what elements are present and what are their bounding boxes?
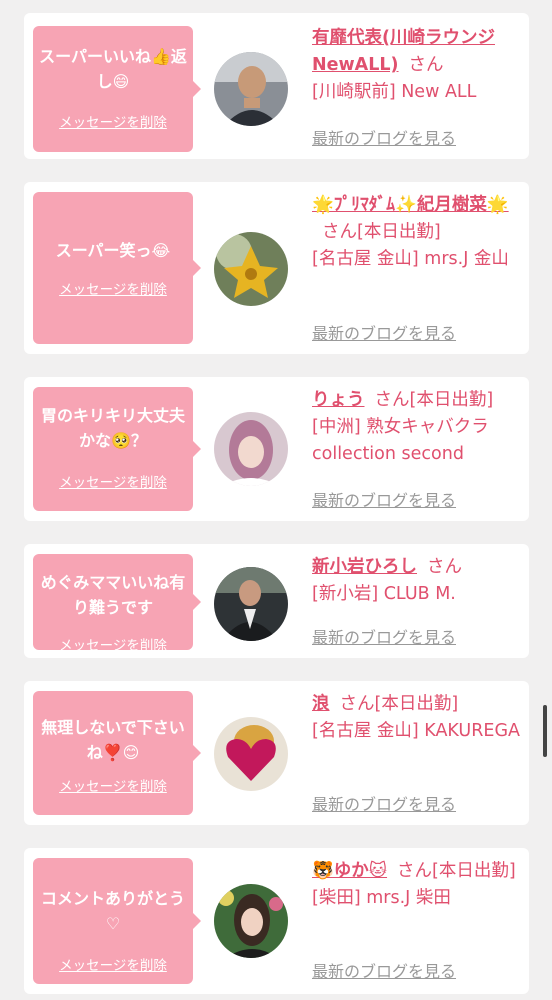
message-bubble: コメントありがとう♡ メッセージを削除 xyxy=(33,858,201,984)
message-card: コメントありがとう♡ メッセージを削除 🐯ゆか🐱 さん[本日出勤] [柴田] mr… xyxy=(24,848,529,994)
vertical-scrollbar[interactable] xyxy=(543,705,547,757)
sender-info: 有靡代表(川崎ラウンジNewALL) さん [川崎駅前] New ALL xyxy=(312,25,522,106)
message-text: 無理しないで下さいね❣️😊 xyxy=(41,718,185,762)
sender-suffix: さん[本日出勤] xyxy=(322,222,441,242)
latest-blog-link[interactable]: 最新のブログを見る xyxy=(312,320,456,344)
sender-suffix: さん xyxy=(427,557,462,577)
delete-message-link[interactable]: メッセージを削除 xyxy=(33,111,193,131)
message-text: スーパーいいね👍返し😄 xyxy=(39,47,187,91)
sender-name-link[interactable]: 🐯ゆか🐱 xyxy=(312,861,387,881)
man-photo-avatar[interactable] xyxy=(214,52,288,126)
flower-photo-avatar[interactable] xyxy=(214,232,288,306)
message-card: スーパー笑っ😂 メッセージを削除 🌟ﾌﾟﾘﾏﾀﾞﾑ✨紀月樹菜🌟 さん[本日出勤] … xyxy=(24,182,529,354)
message-card: スーパーいいね👍返し😄 メッセージを削除 有靡代表(川崎ラウンジNewALL) さ… xyxy=(24,13,529,159)
delete-message-link[interactable]: メッセージを削除 xyxy=(33,775,193,795)
delete-message-link[interactable]: メッセージを削除 xyxy=(33,278,193,298)
sender-location: [中洲] 熟女キャバクラ collection second xyxy=(312,417,489,464)
sender-location: [川崎駅前] New ALL xyxy=(312,82,477,102)
message-text: スーパー笑っ😂 xyxy=(55,241,171,260)
message-bubble: スーパー笑っ😂 メッセージを削除 xyxy=(33,192,201,344)
message-bubble: 胃のキリキリ大丈夫かな🥺？ メッセージを削除 xyxy=(33,387,201,511)
sender-suffix: さん[本日出勤] xyxy=(397,861,516,881)
message-bubble: スーパーいいね👍返し😄 メッセージを削除 xyxy=(33,26,201,152)
delete-message-link[interactable]: メッセージを削除 xyxy=(33,954,193,974)
sender-location: [新小岩] CLUB M. xyxy=(312,584,456,604)
latest-blog-link[interactable]: 最新のブログを見る xyxy=(312,125,456,149)
sender-location: [柴田] mrs.J 柴田 xyxy=(312,888,451,908)
sender-location: [名古屋 金山] KAKUREGA xyxy=(312,721,520,741)
message-text: 胃のキリキリ大丈夫かな🥺？ xyxy=(40,406,185,450)
man-suit-photo-avatar[interactable] xyxy=(214,567,288,641)
message-bubble: 無理しないで下さいね❣️😊 メッセージを削除 xyxy=(33,691,201,815)
sender-info: 🐯ゆか🐱 さん[本日出勤] [柴田] mrs.J 柴田 xyxy=(312,858,522,912)
message-text: コメントありがとう♡ xyxy=(40,889,185,933)
message-card: 無理しないで下さいね❣️😊 メッセージを削除 浪さん[本日出勤] [名古屋 金山… xyxy=(24,681,529,825)
message-card: 胃のキリキリ大丈夫かな🥺？ メッセージを削除 りょう さん[本日出勤] [中洲] … xyxy=(24,377,529,521)
sender-name-link[interactable]: 🌟ﾌﾟﾘﾏﾀﾞﾑ✨紀月樹菜🌟 xyxy=(312,195,509,215)
latest-blog-link[interactable]: 最新のブログを見る xyxy=(312,487,456,511)
sender-suffix: さん[本日出勤] xyxy=(374,390,494,410)
sender-info: りょう さん[本日出勤] [中洲] 熟女キャバクラ collection seco… xyxy=(312,387,522,468)
sender-location: [名古屋 金山] mrs.J 金山 xyxy=(312,249,509,269)
sender-suffix: さん[本日出勤] xyxy=(339,694,459,714)
sender-suffix: さん xyxy=(408,55,444,75)
latest-blog-link[interactable]: 最新のブログを見る xyxy=(312,791,456,815)
heart-photo-avatar[interactable] xyxy=(214,717,288,791)
woman-garden-photo-avatar[interactable] xyxy=(214,884,288,958)
sender-name-link[interactable]: 有靡代表(川崎ラウンジNewALL) xyxy=(312,28,495,75)
sender-name-link[interactable]: 新小岩ひろし xyxy=(312,557,417,577)
sender-info: 新小岩ひろし さん [新小岩] CLUB M. xyxy=(312,554,522,608)
woman-photo-avatar[interactable] xyxy=(214,412,288,486)
message-text: めぐみママいいね有り難うです xyxy=(40,573,186,617)
message-card: めぐみママいいね有り難うです メッセージを削除 新小岩ひろし さん [新小岩] C… xyxy=(24,544,529,658)
latest-blog-link[interactable]: 最新のブログを見る xyxy=(312,958,456,982)
sender-info: 浪さん[本日出勤] [名古屋 金山] KAKUREGA xyxy=(312,691,522,745)
sender-name-link[interactable]: りょう xyxy=(312,390,365,410)
message-bubble: めぐみママいいね有り難うです メッセージを削除 xyxy=(33,554,201,654)
latest-blog-link[interactable]: 最新のブログを見る xyxy=(312,624,456,648)
delete-message-link[interactable]: メッセージを削除 xyxy=(33,471,193,491)
sender-info: 🌟ﾌﾟﾘﾏﾀﾞﾑ✨紀月樹菜🌟 さん[本日出勤] [名古屋 金山] mrs.J 金山 xyxy=(312,192,522,273)
delete-message-link[interactable]: メッセージを削除 xyxy=(33,634,193,654)
sender-name-link[interactable]: 浪 xyxy=(312,694,330,714)
